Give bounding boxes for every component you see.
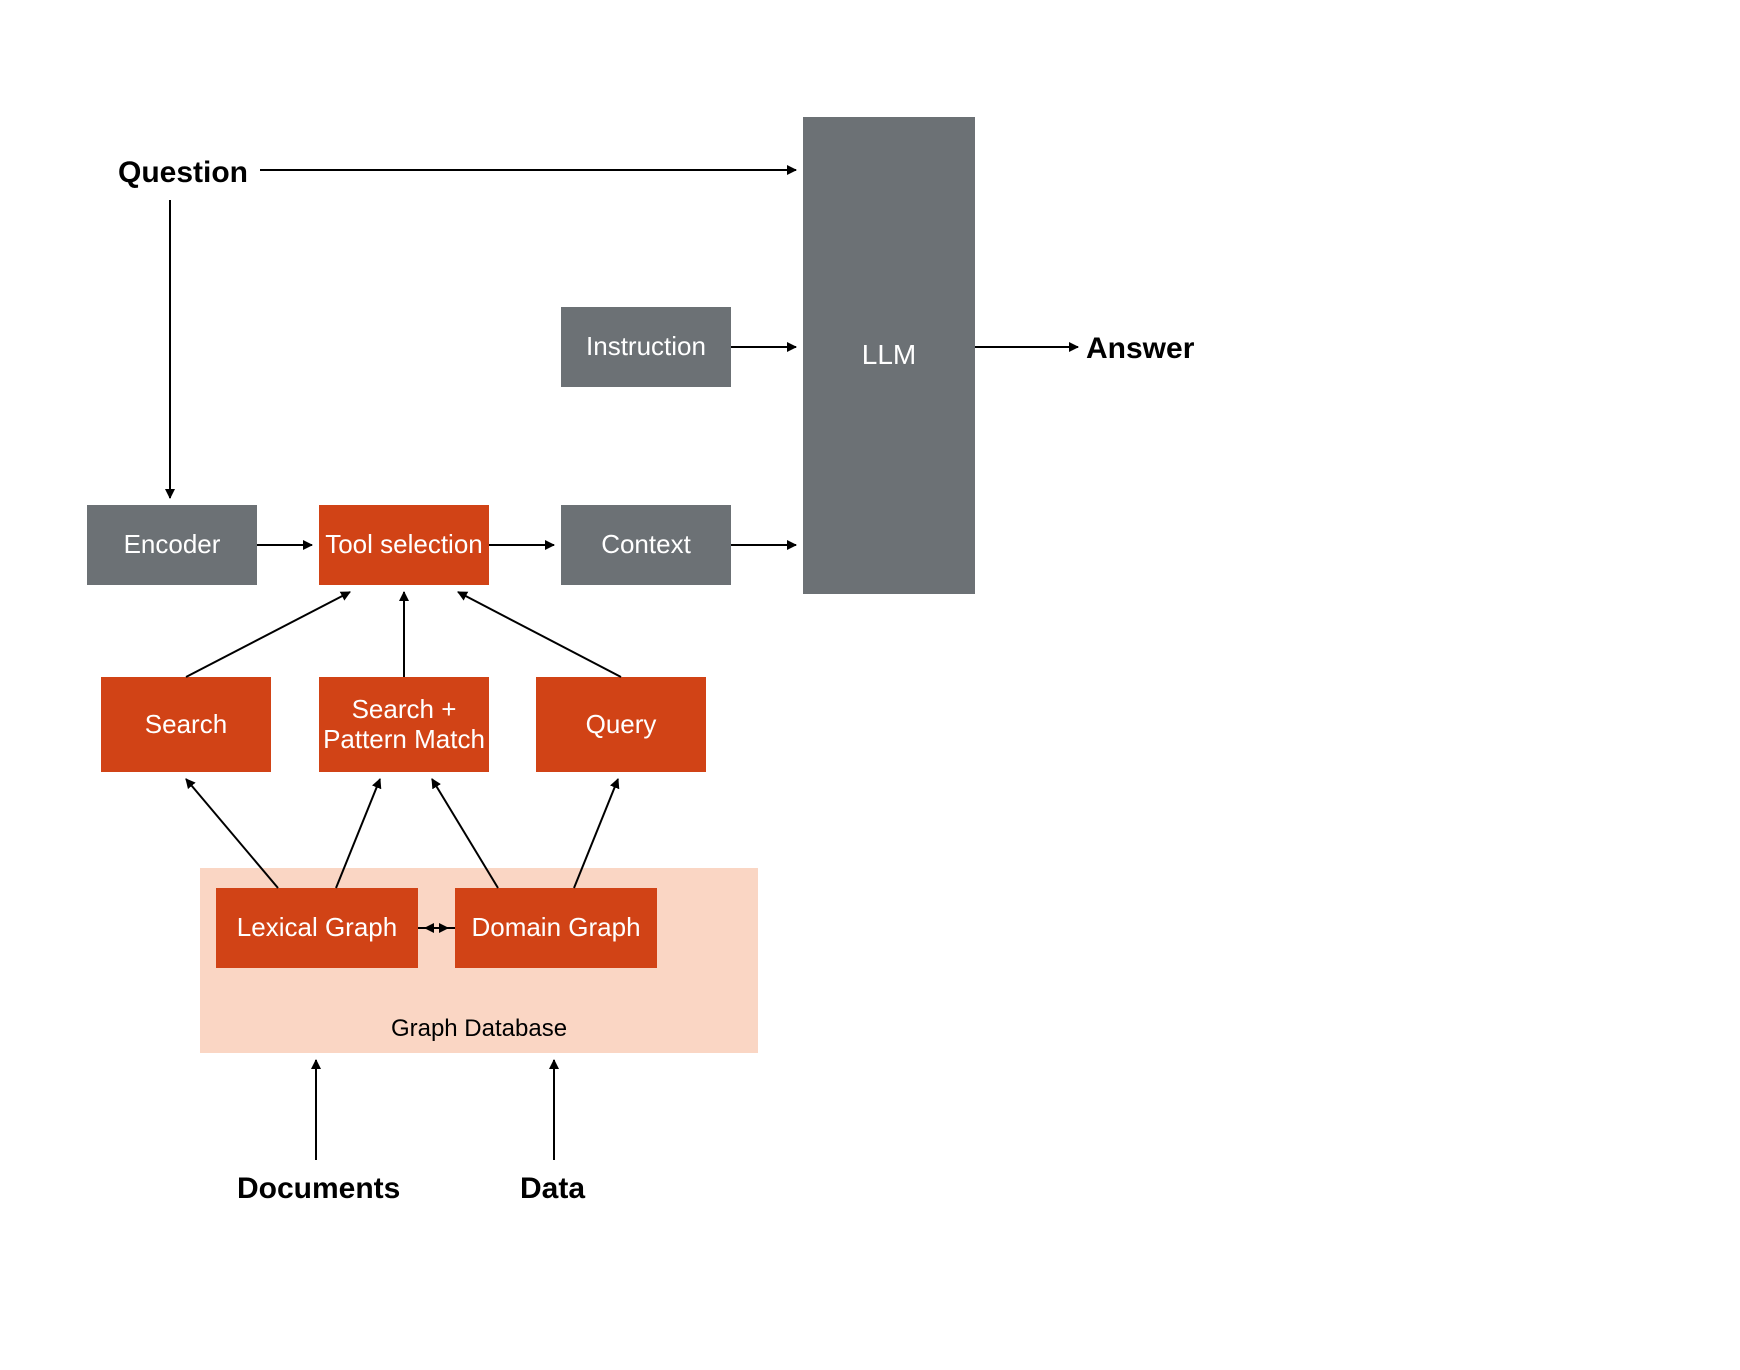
context-box: Context [561,505,731,585]
domain-graph-text: Domain Graph [471,913,640,943]
query-box: Query [536,677,706,772]
llm-box: LLM [803,117,975,594]
search-pattern-text: Search + Pattern Match [323,695,485,755]
query-text: Query [586,710,657,740]
answer-label: Answer [1086,332,1194,366]
instruction-box: Instruction [561,307,731,387]
diagram: Graph Database Lexical Graph Domain Grap… [0,0,1740,1370]
llm-text: LLM [862,339,916,371]
search-pattern-box: Search + Pattern Match [319,677,489,772]
encoder-text: Encoder [124,530,221,560]
tool-selection-box: Tool selection [319,505,489,585]
encoder-box: Encoder [87,505,257,585]
instruction-text: Instruction [586,332,706,362]
question-label: Question [118,156,248,190]
data-label: Data [520,1172,585,1206]
documents-label: Documents [237,1172,400,1206]
graph-database-label: Graph Database [200,1015,758,1043]
tool-selection-text: Tool selection [325,530,483,560]
lexical-graph-box: Lexical Graph [216,888,418,968]
search-box: Search [101,677,271,772]
context-text: Context [601,530,691,560]
lexical-graph-text: Lexical Graph [237,913,397,943]
search-text: Search [145,710,227,740]
domain-graph-box: Domain Graph [455,888,657,968]
